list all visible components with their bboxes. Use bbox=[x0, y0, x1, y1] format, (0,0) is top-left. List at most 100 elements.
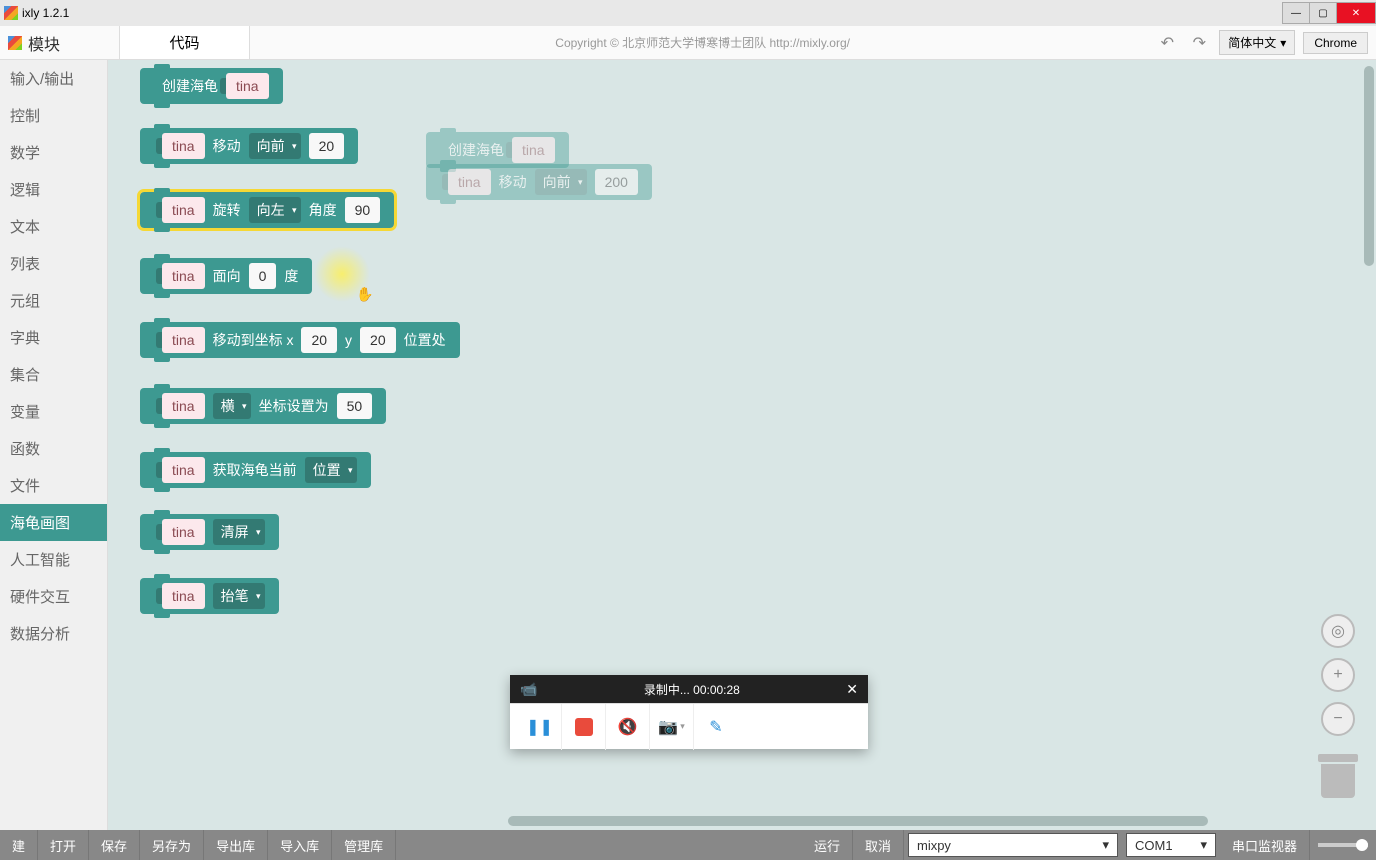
sidebar-item-function[interactable]: 函数 bbox=[0, 430, 107, 467]
block-penup-name: tina bbox=[162, 583, 205, 609]
sidebar-item-data[interactable]: 数据分析 bbox=[0, 615, 107, 652]
recorder-pause-button[interactable]: ❚❚ bbox=[518, 704, 562, 750]
block-face-name: tina bbox=[162, 263, 205, 289]
sidebar-item-hardware[interactable]: 硬件交互 bbox=[0, 578, 107, 615]
block-rotate-value[interactable]: 90 bbox=[345, 197, 381, 223]
block-goto-y[interactable]: 20 bbox=[360, 327, 396, 353]
com-select[interactable]: COM1 ▾ bbox=[1126, 833, 1216, 857]
sidebar-item-turtle[interactable]: 海龟画图 bbox=[0, 504, 107, 541]
importlib-button[interactable]: 导入库 bbox=[268, 830, 332, 860]
sidebar-item-logic[interactable]: 逻辑 bbox=[0, 171, 107, 208]
exportlib-button[interactable]: 导出库 bbox=[204, 830, 268, 860]
block-goto-action: 移动到坐标 x bbox=[213, 330, 294, 350]
block-face-value[interactable]: 0 bbox=[249, 263, 277, 289]
canvas-create-label: 创建海龟 bbox=[448, 140, 504, 160]
block-clear-action[interactable]: 清屏 bbox=[213, 519, 265, 545]
cancel-button[interactable]: 取消 bbox=[853, 830, 904, 860]
run-button[interactable]: 运行 bbox=[802, 830, 853, 860]
open-button[interactable]: 打开 bbox=[38, 830, 89, 860]
top-toolbar: 模块 代码 Copyright © 北京师范大学博寒博士团队 http://mi… bbox=[0, 26, 1376, 60]
sidebar-item-file[interactable]: 文件 bbox=[0, 467, 107, 504]
block-getpos-option[interactable]: 位置 bbox=[305, 457, 357, 483]
recorder-stop-button[interactable] bbox=[562, 704, 606, 750]
app-logo-icon bbox=[4, 6, 18, 20]
vertical-scrollbar[interactable] bbox=[1364, 66, 1374, 266]
sidebar-item-math[interactable]: 数学 bbox=[0, 134, 107, 171]
canvas-move-value[interactable]: 200 bbox=[595, 169, 638, 195]
module-logo-icon bbox=[8, 36, 22, 50]
zoom-out-button[interactable]: − bbox=[1321, 702, 1355, 736]
block-face[interactable]: tina 面向 0 度 bbox=[140, 258, 312, 294]
sidebar-item-text[interactable]: 文本 bbox=[0, 208, 107, 245]
recorder-pen-button[interactable]: ✎ bbox=[694, 704, 738, 750]
chevron-down-icon: ▾ bbox=[1102, 837, 1109, 853]
chevron-down-icon: ▾ bbox=[1200, 837, 1207, 853]
screen-recorder-widget[interactable]: 📹 录制中... 00:00:28 ✕ ❚❚ 🔇 📷▾ ✎ bbox=[510, 675, 868, 749]
block-setcoord-value[interactable]: 50 bbox=[337, 393, 373, 419]
sidebar-item-dict[interactable]: 字典 bbox=[0, 319, 107, 356]
block-penup[interactable]: tina 抬笔 bbox=[140, 578, 279, 614]
tab-module-label: 模块 bbox=[28, 31, 60, 55]
sidebar-item-ai[interactable]: 人工智能 bbox=[0, 541, 107, 578]
canvas-move-direction[interactable]: 向前 bbox=[535, 169, 587, 195]
language-select[interactable]: 简体中文 ▾ bbox=[1219, 30, 1295, 55]
canvas-block-move[interactable]: tina 移动 向前 200 bbox=[426, 164, 652, 200]
save-button[interactable]: 保存 bbox=[89, 830, 140, 860]
block-clear[interactable]: tina 清屏 bbox=[140, 514, 279, 550]
sidebar-item-variable[interactable]: 变量 bbox=[0, 393, 107, 430]
highlight-indicator bbox=[314, 246, 370, 302]
center-button[interactable]: ◎ bbox=[1321, 614, 1355, 648]
block-rotate-direction[interactable]: 向左 bbox=[249, 197, 301, 223]
block-setcoord-label: 坐标设置为 bbox=[259, 396, 329, 416]
block-goto[interactable]: tina 移动到坐标 x 20 y 20 位置处 bbox=[140, 322, 460, 358]
block-rotate-action: 旋转 bbox=[213, 200, 241, 220]
block-getpos[interactable]: tina 获取海龟当前 位置 bbox=[140, 452, 371, 488]
saveas-button[interactable]: 另存为 bbox=[140, 830, 204, 860]
window-title: ixly 1.2.1 bbox=[22, 6, 69, 20]
block-rotate[interactable]: tina 旋转 向左 角度 90 bbox=[140, 192, 394, 228]
maximize-button[interactable]: ▢ bbox=[1309, 2, 1337, 24]
tab-code[interactable]: 代码 bbox=[120, 26, 250, 59]
block-move-value[interactable]: 20 bbox=[309, 133, 345, 159]
tab-module[interactable]: 模块 bbox=[0, 26, 120, 59]
recorder-mute-button[interactable]: 🔇 bbox=[606, 704, 650, 750]
category-sidebar: 输入/输出 控制 数学 逻辑 文本 列表 元组 字典 集合 变量 函数 文件 海… bbox=[0, 60, 108, 830]
block-setcoord[interactable]: tina 横 坐标设置为 50 bbox=[140, 388, 386, 424]
managelib-button[interactable]: 管理库 bbox=[332, 830, 396, 860]
board-select[interactable]: mixpy ▾ bbox=[908, 833, 1118, 857]
block-goto-x[interactable]: 20 bbox=[301, 327, 337, 353]
recorder-close-icon[interactable]: ✕ bbox=[846, 681, 858, 698]
block-penup-action[interactable]: 抬笔 bbox=[213, 583, 265, 609]
new-button[interactable]: 建 bbox=[0, 830, 38, 860]
recorder-header[interactable]: 📹 录制中... 00:00:28 ✕ bbox=[510, 675, 868, 703]
zoom-slider[interactable] bbox=[1318, 843, 1368, 847]
board-select-label: mixpy bbox=[917, 838, 951, 853]
bottom-toolbar: 建 打开 保存 另存为 导出库 导入库 管理库 运行 取消 mixpy ▾ CO… bbox=[0, 830, 1376, 860]
block-create-turtle[interactable]: 创建海龟 tina bbox=[140, 68, 283, 104]
undo-button[interactable]: ↶ bbox=[1155, 31, 1179, 55]
canvas-move-action: 移动 bbox=[499, 172, 527, 192]
browser-button[interactable]: Chrome bbox=[1303, 32, 1368, 54]
canvas-move-name: tina bbox=[448, 169, 491, 195]
trash-button[interactable] bbox=[1318, 754, 1358, 800]
horizontal-scrollbar[interactable] bbox=[508, 816, 1208, 826]
sidebar-item-tuple[interactable]: 元组 bbox=[0, 282, 107, 319]
workspace-controls: ◎ + − bbox=[1318, 614, 1358, 800]
copyright-text: Copyright © 北京师范大学博寒博士团队 http://mixly.or… bbox=[250, 26, 1155, 59]
sidebar-item-set[interactable]: 集合 bbox=[0, 356, 107, 393]
block-setcoord-axis[interactable]: 横 bbox=[213, 393, 251, 419]
window-controls: — ▢ ✕ bbox=[1283, 2, 1376, 24]
sidebar-item-control[interactable]: 控制 bbox=[0, 97, 107, 134]
redo-button[interactable]: ↷ bbox=[1187, 31, 1211, 55]
block-move-direction[interactable]: 向前 bbox=[249, 133, 301, 159]
block-move[interactable]: tina 移动 向前 20 bbox=[140, 128, 358, 164]
minimize-button[interactable]: — bbox=[1282, 2, 1310, 24]
serial-monitor-button[interactable]: 串口监视器 bbox=[1220, 830, 1310, 860]
stop-icon bbox=[575, 718, 593, 736]
block-goto-name: tina bbox=[162, 327, 205, 353]
zoom-in-button[interactable]: + bbox=[1321, 658, 1355, 692]
sidebar-item-list[interactable]: 列表 bbox=[0, 245, 107, 282]
close-button[interactable]: ✕ bbox=[1336, 2, 1376, 24]
recorder-camera-button[interactable]: 📷▾ bbox=[650, 704, 694, 750]
sidebar-item-io[interactable]: 输入/输出 bbox=[0, 60, 107, 97]
